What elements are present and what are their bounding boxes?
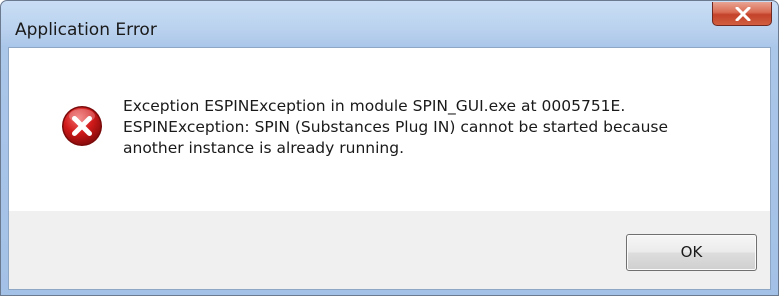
close-button[interactable] xyxy=(712,2,772,26)
error-icon xyxy=(62,106,102,146)
message-line: Exception ESPINException in module SPIN_… xyxy=(123,97,626,115)
message-line: another instance is already running. xyxy=(123,139,404,157)
error-message: Exception ESPINException in module SPIN_… xyxy=(123,96,753,159)
ok-button[interactable]: OK xyxy=(626,234,757,271)
application-error-dialog: Application Error Exception ESPINExcepti… xyxy=(0,0,779,296)
dialog-body: Exception ESPINException in module SPIN_… xyxy=(8,47,771,290)
title-bar[interactable]: Application Error xyxy=(1,1,778,47)
window-title: Application Error xyxy=(15,20,157,40)
message-line: ESPINException: SPIN (Substances Plug IN… xyxy=(123,118,669,136)
message-area: Exception ESPINException in module SPIN_… xyxy=(9,48,770,211)
close-icon xyxy=(735,7,751,21)
